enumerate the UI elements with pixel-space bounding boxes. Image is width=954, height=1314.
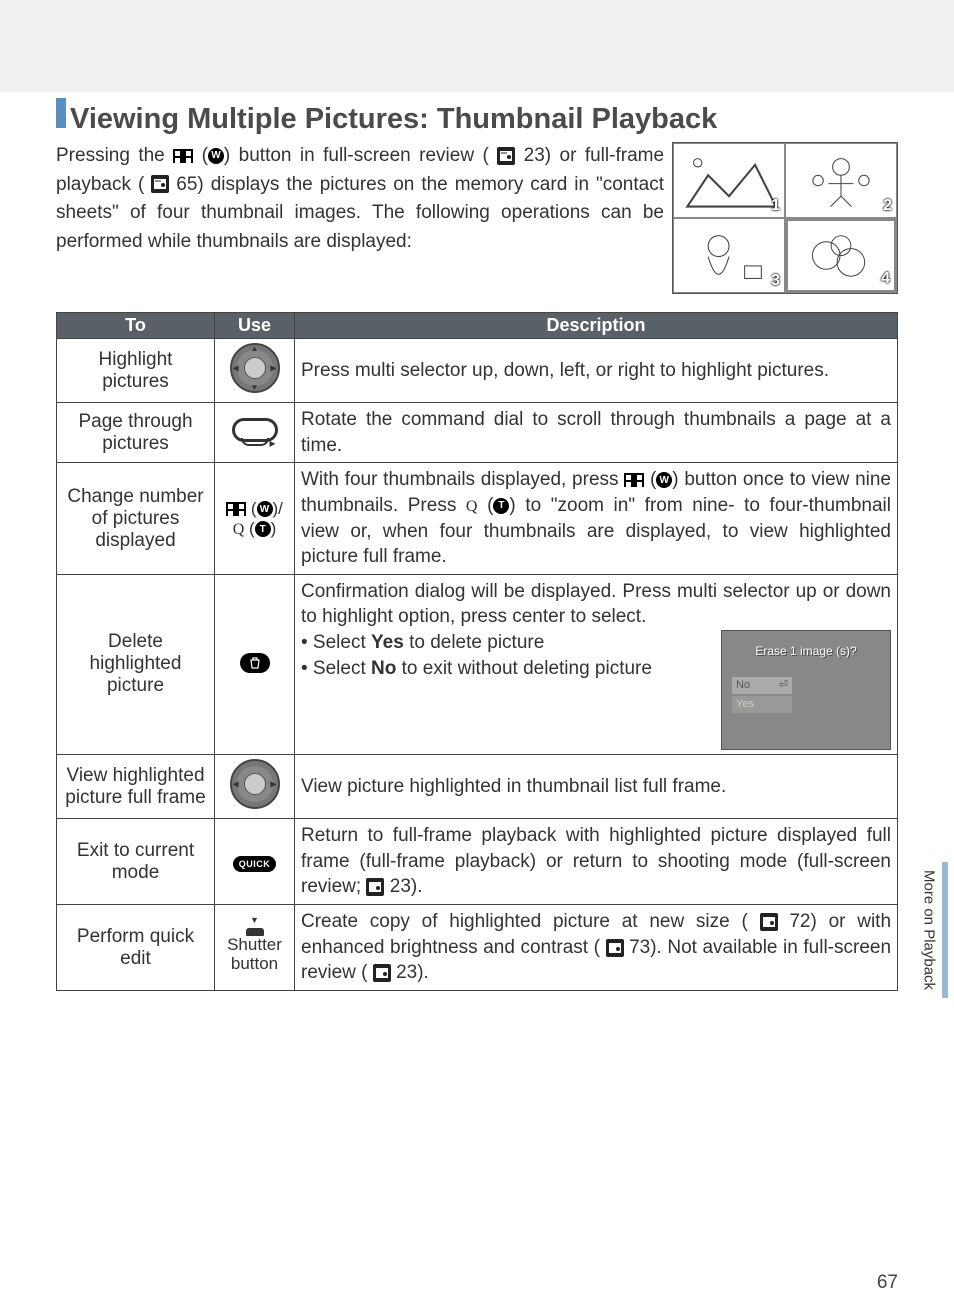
w-icon: W xyxy=(208,148,224,164)
thumbnail-icon xyxy=(226,500,246,518)
reference-icon xyxy=(151,175,169,193)
use-shutter: Shutter button xyxy=(215,905,295,991)
reference-icon xyxy=(760,913,778,931)
intro-seg-a: Pressing the xyxy=(56,145,173,166)
to-changenum: Change number of pictures displayed xyxy=(57,463,215,575)
command-dial-icon xyxy=(232,418,278,442)
t-icon: T xyxy=(255,521,271,537)
intro-ref2: 65 xyxy=(176,174,197,195)
reference-icon xyxy=(373,964,391,982)
desc-quickedit: Create copy of highlighted picture at ne… xyxy=(295,905,898,991)
use-multiselector xyxy=(215,339,295,403)
desc-page: Rotate the command dial to scroll throug… xyxy=(295,403,898,463)
trash-icon xyxy=(240,653,270,673)
shutter-icon xyxy=(244,922,266,936)
intro-seg-b: button in full-screen review ( xyxy=(239,145,489,166)
erase-option-no: No ⏎ xyxy=(732,677,792,694)
t-icon: T xyxy=(493,498,509,514)
erase-dialog-question: Erase 1 image (s)? xyxy=(732,643,880,659)
table-row: Exit to current mode QUICK Return to ful… xyxy=(57,819,898,905)
table-row: Perform quick edit Shutter button Create… xyxy=(57,905,898,991)
page-number: 67 xyxy=(877,1272,898,1294)
use-quick: QUICK xyxy=(215,819,295,905)
thumb-num-1: 1 xyxy=(771,197,780,215)
w-icon: W xyxy=(656,472,672,488)
intro-text: Pressing the (W) button in full-screen r… xyxy=(56,142,664,294)
desc-viewfull: View picture highlighted in thumbnail li… xyxy=(295,755,898,819)
table-row: Page through pictures Rotate the command… xyxy=(57,403,898,463)
to-page: Page through pictures xyxy=(57,403,215,463)
desc-delete: Confirmation dialog will be displayed. P… xyxy=(295,574,898,754)
thumb-cell-3: 3 xyxy=(673,218,785,293)
thumb-num-2: 2 xyxy=(883,197,892,215)
use-multiselector-center xyxy=(215,755,295,819)
thumb-cell-4: 4 xyxy=(785,218,897,293)
use-delete xyxy=(215,574,295,754)
thumb-cell-2: 2 xyxy=(785,143,897,218)
reference-icon xyxy=(606,939,624,957)
to-viewfull: View highlighted picture full frame xyxy=(57,755,215,819)
table-row: Delete highlighted picture Confirmation … xyxy=(57,574,898,754)
reference-icon xyxy=(366,878,384,896)
thumbnail-icon xyxy=(173,147,193,165)
desc-highlight: Press multi selector up, down, left, or … xyxy=(295,339,898,403)
thumbnail-illustration: 1 2 3 4 xyxy=(672,142,898,294)
chapter-tab: More on Playback xyxy=(912,835,952,1025)
to-exit: Exit to current mode xyxy=(57,819,215,905)
desc-changenum: With four thumbnails displayed, press (W… xyxy=(295,463,898,575)
table-row: Highlight pictures Press multi selector … xyxy=(57,339,898,403)
delete-bullet-1: • Select Yes to delete picture xyxy=(301,630,713,656)
col-to: To xyxy=(57,313,215,339)
col-use: Use xyxy=(215,313,295,339)
thumb-num-3: 3 xyxy=(771,272,780,290)
thumb-num-4: 4 xyxy=(881,270,890,288)
chapter-tab-label: More on Playback xyxy=(917,862,948,998)
erase-option-yes: Yes xyxy=(732,696,792,713)
col-desc: Description xyxy=(295,313,898,339)
page-content: Viewing Multiple Pictures: Thumbnail Pla… xyxy=(0,98,954,991)
to-quickedit: Perform quick edit xyxy=(57,905,215,991)
quick-icon: QUICK xyxy=(233,856,277,872)
use-thumb-zoom: (W)/ Q (T) xyxy=(215,463,295,575)
multi-selector-icon xyxy=(230,343,280,393)
intro-ref1: 23 xyxy=(524,145,545,166)
heading-row: Viewing Multiple Pictures: Thumbnail Pla… xyxy=(56,98,898,136)
header-band xyxy=(0,0,954,92)
table-row: View highlighted picture full frame View… xyxy=(57,755,898,819)
reference-icon xyxy=(497,147,515,165)
table-row: Change number of pictures displayed (W)/… xyxy=(57,463,898,575)
thumb-cell-1: 1 xyxy=(673,143,785,218)
intro-row: Pressing the (W) button in full-screen r… xyxy=(56,142,898,294)
desc-exit: Return to full-frame playback with highl… xyxy=(295,819,898,905)
shutter-label: Shutter button xyxy=(221,936,288,973)
thumbnail-icon xyxy=(624,471,644,489)
intro-seg-d: ) displays the pictures on the memory ca… xyxy=(56,174,664,252)
delete-bullet-2: • Select No to exit without deleting pic… xyxy=(301,656,713,682)
magnify-icon: Q xyxy=(466,498,478,515)
multi-selector-icon xyxy=(230,759,280,809)
erase-dialog: Erase 1 image (s)? No ⏎ Yes xyxy=(721,630,891,750)
use-dial xyxy=(215,403,295,463)
w-icon: W xyxy=(257,501,273,517)
magnify-icon: Q xyxy=(233,521,245,538)
heading-accent xyxy=(56,98,66,128)
to-highlight: Highlight pictures xyxy=(57,339,215,403)
to-delete: Delete highlighted picture xyxy=(57,574,215,754)
delete-top: Confirmation dialog will be displayed. P… xyxy=(301,579,891,630)
page-title: Viewing Multiple Pictures: Thumbnail Pla… xyxy=(70,103,717,136)
operations-table: To Use Description Highlight pictures Pr… xyxy=(56,312,898,991)
